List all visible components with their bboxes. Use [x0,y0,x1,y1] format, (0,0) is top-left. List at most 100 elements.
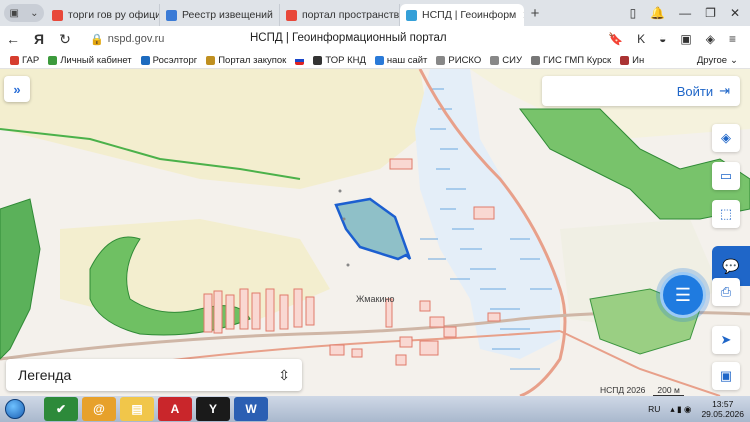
bookmark-favicon-icon [374,55,384,65]
windows-logo-icon [5,399,25,419]
new-tab-button[interactable]: + [524,5,546,22]
map-canvas[interactable]: Жмакино [0,69,750,396]
bookmark-in[interactable]: Ин [620,55,644,66]
taskbar-word-app[interactable]: W [234,397,268,421]
bookmark-favicon-icon [620,55,630,65]
locate-button[interactable]: ➤ [712,326,740,354]
field-area [0,69,430,189]
layers-button[interactable]: ◈ [712,124,740,152]
bookmark-label: ТОР КНД [325,54,366,66]
bookmark-roseltorg[interactable]: Росэлторг [140,55,197,66]
bookmarks-other[interactable]: Другое ⌄ [697,55,750,66]
taskbar: ✔ @ ▤ A Y W RU ▴ ▮ ◉ 13:57 29.05.2026 [0,396,750,422]
attribution: НСПД 2026 [600,385,646,395]
notifications-icon[interactable]: 🔔 [650,6,665,20]
tab-torgi[interactable]: торги гов ру официал [46,4,160,26]
bookmark-flag[interactable] [295,55,305,65]
print-button[interactable]: ⎙ [712,278,740,306]
bookmark-favicon-icon [10,55,19,65]
taskbar-mail-app[interactable]: @ [82,397,116,421]
ruler-button[interactable]: ▭ [712,162,740,190]
menu-fab-button[interactable]: ☰ [660,272,706,318]
login-label: Войти [676,83,714,99]
tab-nspd[interactable]: НСПД | Геоинформ ✕ [400,4,524,26]
site-icon [166,9,177,21]
select-area-button[interactable]: ⬚ [712,200,740,228]
login-button[interactable]: Войти ⇥ [542,76,740,106]
extension-icon[interactable]: K [637,32,645,46]
layers-icon: ◈ [721,130,731,145]
taskbar-yandex-browser[interactable]: Y [196,397,230,421]
bookmark-siu[interactable]: СИУ [490,55,522,66]
scale-bar: 200 м [653,385,684,396]
flag-icon [295,55,305,65]
selected-parcel[interactable] [334,197,412,261]
map-layer [0,69,750,396]
minimap-button[interactable]: ▣ [712,362,740,390]
bookmark-label: наш сайт [386,54,428,66]
bookmark-icon[interactable]: 🔖 [608,32,623,46]
bookmark-tor-knd[interactable]: ТОР КНД [313,55,366,66]
tab-nav: ▣ ⌄ [0,0,46,26]
tab-label: торги гов ру официал [68,9,160,21]
bookmark-cabinet[interactable]: Личный кабинет [48,54,132,66]
login-arrow-icon: ⇥ [719,83,730,98]
yandex-logo-icon[interactable]: Я [26,31,52,47]
start-button[interactable] [0,396,30,422]
system-tray: RU ▴ ▮ ◉ 13:57 29.05.2026 [648,399,750,419]
tab-list-button[interactable]: ▣ ⌄ [4,4,44,22]
bookmark-gis-gmp[interactable]: ГИС ГМП Курск [530,54,612,66]
tray-icons[interactable]: ▴ ▮ ◉ [670,404,691,415]
bookmark-label: Личный кабинет [60,54,132,66]
bookmark-label: ГИС ГМП Курск [542,54,612,66]
bookmark-favicon-icon [530,55,540,65]
legend-dropdown[interactable]: Легенда ⇳ [6,359,302,391]
back-icon[interactable]: ← [0,31,26,47]
nspd-icon [406,9,417,21]
expand-panel-button[interactable]: » [4,76,30,102]
tab-portal[interactable]: портал пространств [280,4,400,26]
bookmark-label: ГАР [22,54,40,66]
restore-icon[interactable]: ❐ [705,6,716,20]
url-field[interactable]: 🔒 nspd.gov.ru [90,33,164,46]
language-indicator[interactable]: RU [648,404,660,414]
taskbar-shield-app[interactable]: ✔ [44,397,78,421]
chevron-down-icon: ⌄ [30,7,39,19]
extension-4-icon[interactable]: ◈ [706,32,715,46]
bookmark-gar[interactable]: ГАР [10,55,39,66]
bookmark-favicon-icon [206,55,216,65]
map-point [346,263,350,267]
expand-updown-icon: ⇳ [278,366,290,383]
double-chevron-right-icon: » [13,81,21,97]
taskbar-explorer-app[interactable]: ▤ [120,397,154,421]
page-title: НСПД | Геоинформационный портал [250,32,447,44]
extension-3-icon[interactable]: ▣ [680,32,691,46]
bookmarks-other-label: Другое [696,54,728,66]
close-window-icon[interactable]: ✕ [730,6,740,20]
yandex-icon [286,9,297,21]
taskbar-pdf-app[interactable]: A [158,397,192,421]
map-footer: НСПД 2026 200 м [600,385,684,396]
bookmark-label: СИУ [502,54,522,66]
map-point [342,217,346,221]
navigation-arrow-icon: ➤ [720,332,732,347]
chevron-down-icon: ⌄ [730,54,738,66]
tab-label: портал пространств [302,9,400,21]
list-icon: ☰ [674,284,692,305]
reload-icon[interactable]: ↻ [52,31,78,48]
legend-label: Легенда [18,367,72,383]
clock[interactable]: 13:57 29.05.2026 [701,399,744,419]
bookmarks-panel-icon[interactable]: ▯ [630,6,637,20]
tab-reestr[interactable]: Реестр извещений [160,4,280,26]
clock-time: 13:57 [712,399,734,409]
bookmark-zakupki[interactable]: Портал закупок [206,55,286,66]
window-controls: ▯ 🔔 — ❐ ✕ [630,6,750,20]
address-bar: ← Я ↻ 🔒 nspd.gov.ru НСПД | Геоинформацио… [0,26,750,52]
clock-date: 29.05.2026 [701,409,744,419]
extension-2-icon[interactable]: ◒ [659,32,666,46]
minimize-icon[interactable]: — [679,6,691,20]
bookmark-risko[interactable]: РИСКО [436,55,481,66]
menu-icon[interactable]: ≡ [729,32,736,46]
bookmark-site[interactable]: наш сайт [374,54,428,66]
bookmark-favicon-icon [490,55,500,65]
